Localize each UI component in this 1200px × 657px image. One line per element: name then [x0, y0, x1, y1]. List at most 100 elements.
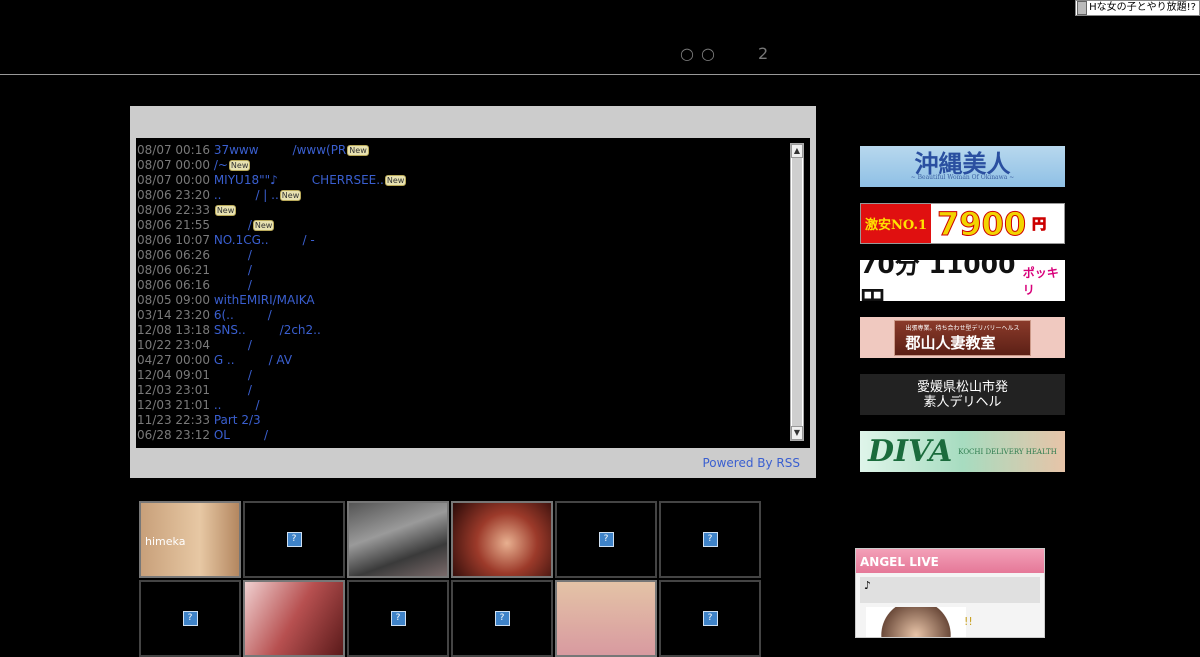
thumbnail-link[interactable]: ? — [659, 501, 761, 578]
ad-banner-7900-price: 7900 — [937, 204, 1027, 243]
rss-row-source-link[interactable]: / — [248, 218, 252, 232]
rss-row-title-link[interactable]: NO.1CG.. — [214, 233, 269, 247]
rss-row: 06/28 23:12 OL / — [137, 428, 787, 443]
header-divider — [0, 74, 1200, 75]
rss-row-source-link[interactable]: / — [248, 368, 252, 382]
rss-row: 12/03 21:01 .. / — [137, 398, 787, 413]
rss-row-source-link[interactable]: / | .. — [255, 188, 278, 202]
rss-row-title-link[interactable]: .. — [214, 398, 222, 412]
new-badge: New — [279, 190, 302, 201]
rss-row-date: 08/06 06:21 — [137, 263, 210, 277]
rss-row-source-link[interactable]: CHERRSEE.. — [312, 173, 384, 187]
thumbnail-link[interactable]: ? — [347, 580, 449, 657]
ad-banner-70min[interactable]: 70分 11000円 ポッキリ — [860, 260, 1065, 301]
rss-row: 08/07 00:16 37www/www(PR New — [137, 143, 787, 158]
rss-row-source-link[interactable]: / — [255, 398, 259, 412]
ad-banner-koriyama-panel: 出張専業。待ち合わせ型デリバリーヘルス 郡山人妻教室 — [894, 319, 1031, 356]
rss-row-title-link[interactable]: 37www — [214, 143, 259, 157]
thumbnail-link[interactable]: ? — [555, 501, 657, 578]
ad-banner-diva[interactable]: DIVA KOCHI DELIVERY HEALTH — [860, 431, 1065, 472]
down-arrow-icon[interactable]: ▼ — [791, 426, 803, 440]
ad-banner-7900-unit: 円 — [1032, 216, 1047, 233]
rss-row-title-link[interactable]: Part 2/3 — [214, 413, 261, 427]
rss-row-source-link[interactable]: / — [248, 263, 252, 277]
thumbnail-link[interactable]: ? — [139, 580, 241, 657]
ad-banner-matsuyama[interactable]: 愛媛県松山市発 素人デリヘル — [860, 374, 1065, 415]
new-badge: New — [347, 145, 369, 156]
rss-row-date: 08/05 09:00 — [137, 293, 210, 307]
rss-feed-list: 08/07 00:16 37www/www(PR New 08/07 00:00 /… — [137, 143, 787, 443]
angel-live-photo[interactable] — [866, 607, 966, 637]
rss-row: 08/06 06:26 / — [137, 248, 787, 263]
ad-banner-okinawa-subtitle: ~ Beautiful Woman Of Okinawa ~ — [910, 173, 1015, 181]
rss-row-date: 12/03 23:01 — [137, 383, 210, 397]
thumbnail-link[interactable]: himeka — [139, 501, 241, 578]
rss-row-title-link[interactable]: MIYU18""♪ — [214, 173, 278, 187]
ad-banner-diva-logo: DIVA — [868, 434, 953, 469]
rss-row-date: 12/03 21:01 — [137, 398, 210, 412]
rss-row-source-link[interactable]: / — [248, 248, 252, 262]
rss-row-source-link[interactable]: / — [248, 278, 252, 292]
rss-row-title-link[interactable]: withEMIRI/MAIKA — [214, 293, 315, 307]
rss-row-date: 10/22 23:04 — [137, 338, 210, 352]
ad-banner-70min-title: 70分 11000円 — [860, 260, 1016, 301]
rss-row: 08/07 00:00 /~ New — [137, 158, 787, 173]
thumbnail-link[interactable] — [451, 501, 553, 578]
broken-image-icon — [1077, 1, 1088, 15]
rss-row-date: 08/06 10:07 — [137, 233, 210, 247]
ad-banner-koriyama-top: 出張専業。待ち合わせ型デリバリーヘルス — [905, 324, 1020, 332]
rss-row: 08/06 22:33 New — [137, 203, 787, 218]
rss-row-source-link[interactable]: /2ch2.. — [280, 323, 321, 337]
top-corner-link[interactable]: Hな女の子とやり放題!? — [1075, 0, 1200, 16]
rss-row-source-link[interactable]: / — [248, 338, 252, 352]
rss-row: 11/23 22:33 Part 2/3 — [137, 413, 787, 428]
thumbnail-link[interactable] — [347, 501, 449, 578]
rss-row-source-link[interactable]: / AV — [269, 353, 293, 367]
thumbnail-link[interactable]: ? — [659, 580, 761, 657]
rss-feed-viewport: 08/07 00:16 37www/www(PR New 08/07 00:00 /… — [136, 138, 810, 448]
thumbnail-link[interactable] — [243, 580, 345, 657]
new-badge: New — [228, 160, 251, 171]
rss-row: 08/06 10:07 NO.1CG.. / - — [137, 233, 787, 248]
rss-row-title-link[interactable]: SNS.. — [214, 323, 246, 337]
scrollbar-thumb[interactable] — [792, 158, 802, 426]
thumbnail-link[interactable]: ? — [451, 580, 553, 657]
thumbnail-link[interactable]: ? — [243, 501, 345, 578]
rss-row-source-link[interactable]: / - — [303, 233, 315, 247]
rss-row-title-link[interactable]: OL — [214, 428, 230, 442]
rss-row-source-link[interactable]: / — [248, 383, 252, 397]
rss-row-source-link[interactable]: / — [264, 428, 268, 442]
rss-row-title-link[interactable]: 6(.. — [214, 308, 234, 322]
rss-scrollbar[interactable]: ▲ ▼ — [790, 143, 804, 441]
broken-image-icon: ? — [494, 611, 510, 626]
ad-banner-7900[interactable]: 激安NO.1 7900 円 — [860, 203, 1065, 244]
rss-row-date: 08/06 23:20 — [137, 188, 210, 202]
rss-row: 12/03 23:01 / — [137, 383, 787, 398]
ad-banner-7900-badge: 激安NO.1 — [861, 204, 932, 243]
rss-row-date: 11/23 22:33 — [137, 413, 210, 427]
thumbnail-link[interactable] — [555, 580, 657, 657]
broken-image-icon: ? — [286, 532, 302, 547]
up-arrow-icon[interactable]: ▲ — [791, 144, 803, 158]
new-badge: New — [252, 220, 275, 231]
angel-live-message: ♪ — [860, 577, 1040, 603]
rss-row-date: 08/06 22:33 — [137, 203, 210, 217]
rss-row: 08/07 00:00 MIYU18""♪ CHERRSEE.. New — [137, 173, 787, 188]
ad-banner-matsuyama-line1: 愛媛県松山市発 — [916, 379, 1008, 395]
ad-banner-matsuyama-line2: 素人デリヘル — [923, 394, 1002, 410]
powered-by-link[interactable]: Powered By RSS — [702, 456, 800, 470]
rss-row: 08/06 23:20 .. / | .. New — [137, 188, 787, 203]
ad-banner-okinawa[interactable]: 沖縄美人 ~ Beautiful Woman Of Okinawa ~ — [860, 146, 1065, 187]
ad-banner-okinawa-title: 沖縄美人 — [914, 148, 1011, 178]
rss-row-source-link[interactable]: /www(PR — [293, 143, 347, 157]
rss-row: 03/14 23:20 6(.. / — [137, 308, 787, 323]
ad-banner-koriyama[interactable]: 出張専業。待ち合わせ型デリバリーヘルス 郡山人妻教室 — [860, 317, 1065, 358]
broken-image-icon: ? — [182, 611, 198, 626]
angel-live-widget[interactable]: ANGEL LIVE ♪ !! — [855, 548, 1045, 638]
rss-row-date: 08/06 21:55 — [137, 218, 210, 232]
rss-row-source-link[interactable]: / — [268, 308, 272, 322]
rss-row-title-link[interactable]: /~ — [214, 158, 228, 172]
rss-row-date: 03/14 23:20 — [137, 308, 210, 322]
rss-row-title-link[interactable]: .. — [214, 188, 222, 202]
rss-row-title-link[interactable]: G .. — [214, 353, 235, 367]
